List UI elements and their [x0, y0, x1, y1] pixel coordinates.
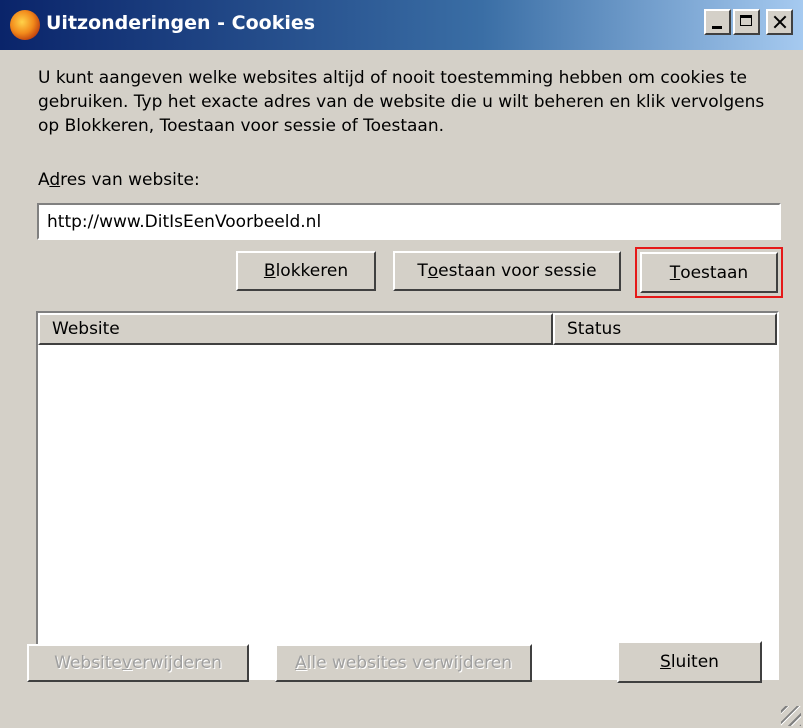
remove-all-websites-button[interactable]: Alle websites verwijderen: [275, 644, 532, 682]
list-header: Website Status: [38, 313, 777, 345]
column-header-website[interactable]: Website: [38, 313, 553, 345]
description-text: U kunt aangeven welke websites altijd of…: [38, 68, 765, 136]
remove-website-button[interactable]: Website v erwijderen: [27, 644, 249, 682]
maximize-icon[interactable]: [733, 9, 760, 35]
allow-button-highlight: Toestaan: [635, 247, 783, 298]
resize-grip-icon[interactable]: [781, 706, 801, 726]
allow-button[interactable]: Toestaan: [640, 252, 778, 293]
close-button[interactable]: Sluiten: [617, 641, 762, 683]
allow-session-button[interactable]: To estaan voor sessie: [393, 251, 621, 291]
close-icon[interactable]: [766, 9, 793, 35]
firefox-icon: [10, 10, 40, 40]
minimize-icon[interactable]: [704, 9, 731, 35]
address-label: Adres van website:: [38, 170, 200, 190]
exceptions-list[interactable]: Website Status: [36, 311, 779, 680]
address-input[interactable]: [37, 203, 781, 240]
title-bar: Uitzonderingen - Cookies: [0, 0, 803, 50]
column-header-status[interactable]: Status: [553, 313, 777, 345]
block-button[interactable]: Blokkeren: [236, 251, 376, 291]
window-title: Uitzonderingen - Cookies: [46, 12, 316, 34]
